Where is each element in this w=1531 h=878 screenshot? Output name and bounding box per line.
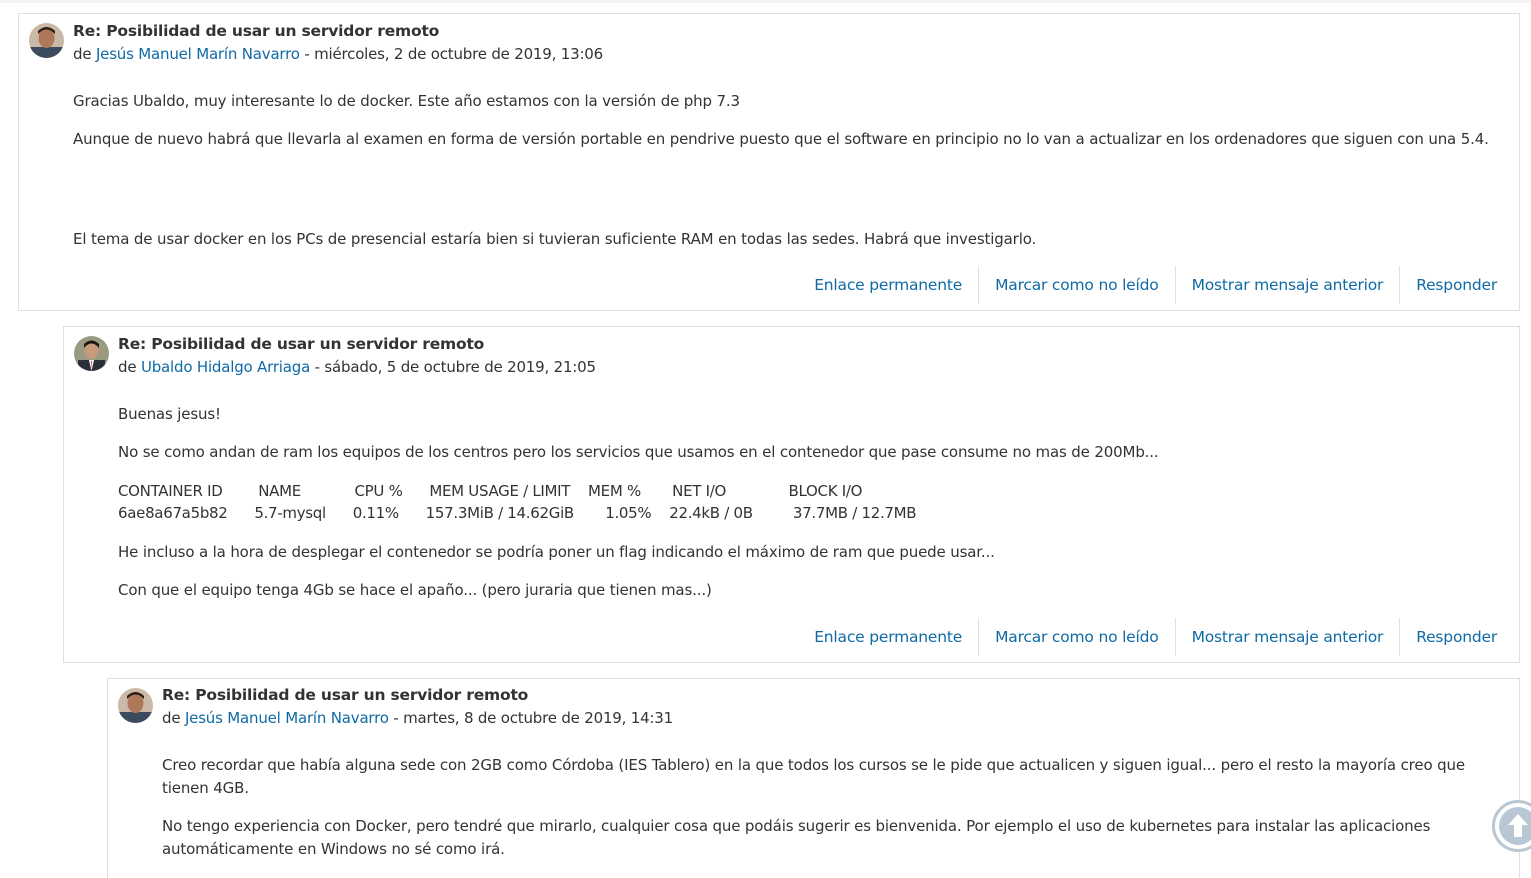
forum-post-2: Re: Posibilidad de usar un servidor remo… [63, 326, 1520, 663]
post-paragraph: Aunque de nuevo habrá que llevarla al ex… [73, 130, 1489, 148]
permalink-link[interactable]: Enlace permanente [798, 618, 978, 656]
post-paragraph: No se como andan de ram los equipos de l… [118, 443, 1159, 461]
author-avatar[interactable] [74, 336, 109, 371]
permalink-link[interactable]: Enlace permanente [798, 266, 978, 304]
docker-stats-row: 6ae8a67a5b82 5.7-mysql 0.11% 157.3MiB / … [118, 504, 917, 522]
post-date: - miércoles, 2 de octubre de 2019, 13:06 [304, 45, 603, 63]
reply-link[interactable]: Responder [1399, 618, 1513, 656]
post-paragraph: El tema de usar docker en los PCs de pre… [73, 230, 1037, 248]
post-paragraph: He incluso a la hora de desplegar el con… [118, 543, 995, 561]
post-paragraph: No tengo experiencia con Docker, pero te… [162, 817, 1431, 858]
show-parent-link[interactable]: Mostrar mensaje anterior [1174, 618, 1400, 656]
post-paragraph: Con que el equipo tenga 4Gb se hace el a… [118, 581, 712, 599]
post-paragraph: Buenas jesus! [118, 405, 221, 423]
page-top-edge [0, 0, 1531, 3]
author-avatar[interactable] [118, 688, 153, 723]
author-link[interactable]: Jesús Manuel Marín Navarro [185, 709, 389, 727]
post-subject: Re: Posibilidad de usar un servidor remo… [73, 22, 440, 40]
post-paragraph: Gracias Ubaldo, muy interesante lo de do… [73, 92, 740, 110]
forum-post-1: Re: Posibilidad de usar un servidor remo… [18, 13, 1520, 311]
mark-unread-link[interactable]: Marcar como no leído [978, 618, 1174, 656]
post-date: - martes, 8 de octubre de 2019, 14:31 [393, 709, 673, 727]
byline-prefix: de [162, 709, 181, 727]
post-subject: Re: Posibilidad de usar un servidor remo… [118, 335, 485, 353]
scroll-to-top-button[interactable] [1492, 800, 1531, 852]
arrow-up-circle-icon [1499, 807, 1531, 845]
post-actions: Enlace permanente Marcar como no leído M… [798, 266, 1513, 304]
docker-stats-header: CONTAINER ID NAME CPU % MEM USAGE / LIMI… [118, 482, 863, 500]
post-subject: Re: Posibilidad de usar un servidor remo… [162, 686, 529, 704]
author-avatar[interactable] [29, 23, 64, 58]
show-parent-link[interactable]: Mostrar mensaje anterior [1174, 266, 1400, 304]
reply-link[interactable]: Responder [1399, 266, 1513, 304]
forum-post-3: Re: Posibilidad de usar un servidor remo… [107, 678, 1520, 878]
post-byline: de Ubaldo Hidalgo Arriaga - sábado, 5 de… [118, 358, 596, 376]
author-link[interactable]: Ubaldo Hidalgo Arriaga [141, 358, 310, 376]
post-byline: de Jesús Manuel Marín Navarro - miércole… [73, 45, 603, 63]
post-date: - sábado, 5 de octubre de 2019, 21:05 [314, 358, 596, 376]
byline-prefix: de [73, 45, 92, 63]
mark-unread-link[interactable]: Marcar como no leído [978, 266, 1174, 304]
post-paragraph: Creo recordar que había alguna sede con … [162, 756, 1465, 797]
byline-prefix: de [118, 358, 137, 376]
post-byline: de Jesús Manuel Marín Navarro - martes, … [162, 709, 673, 727]
author-link[interactable]: Jesús Manuel Marín Navarro [96, 45, 300, 63]
post-actions: Enlace permanente Marcar como no leído M… [798, 618, 1513, 656]
